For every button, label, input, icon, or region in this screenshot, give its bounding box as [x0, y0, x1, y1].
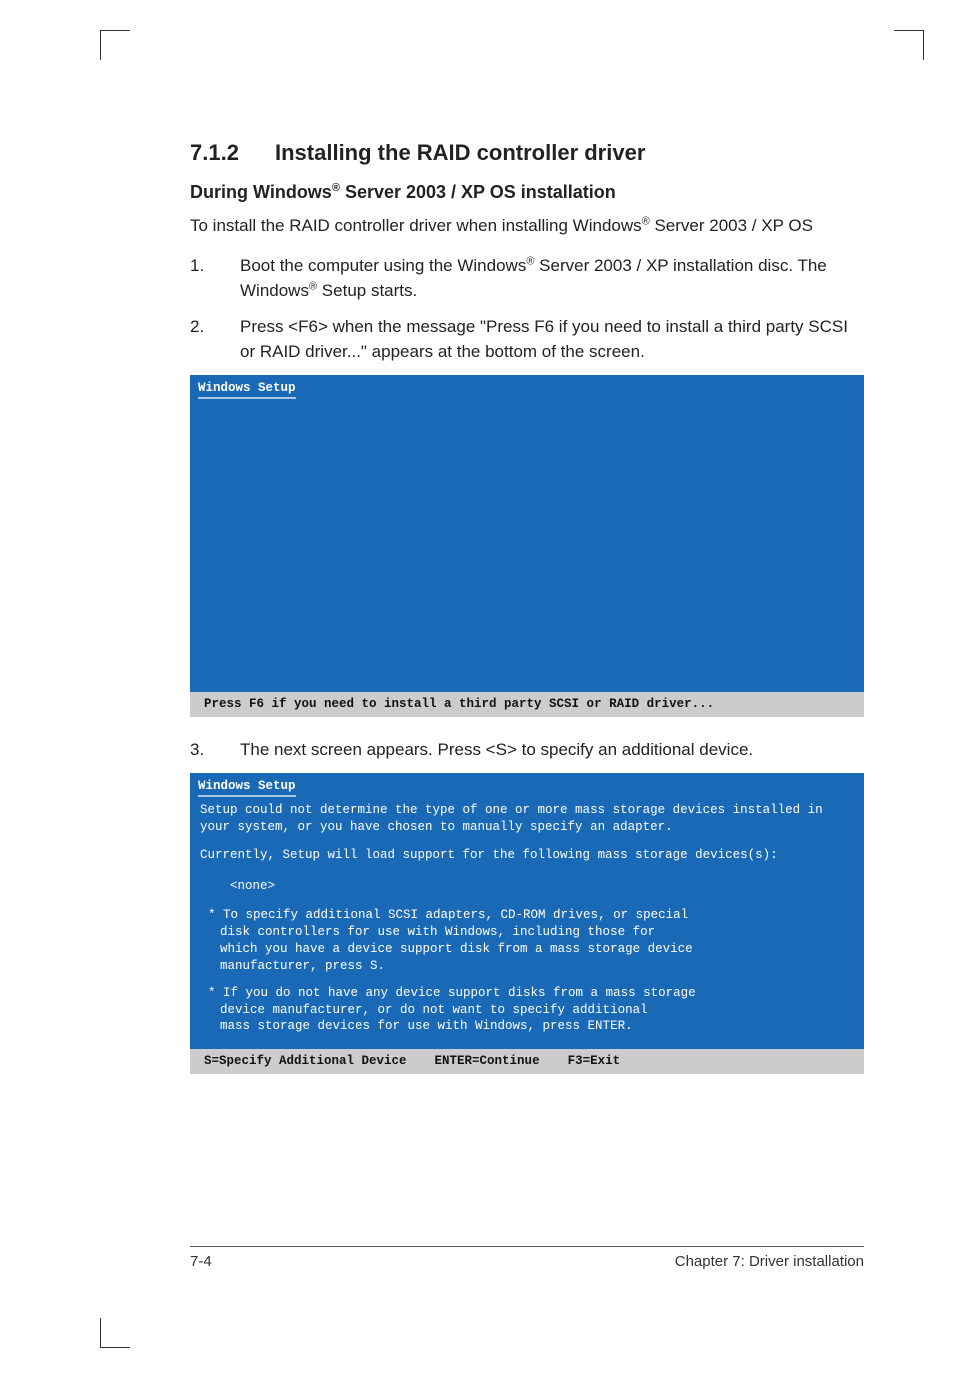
step-text: Boot the computer using the Windows® Ser…: [240, 253, 864, 304]
steps-list: 1. Boot the computer using the Windows® …: [190, 253, 864, 365]
step-text: Press <F6> when the message "Press F6 if…: [240, 314, 864, 365]
setup-screen-2: Windows Setup Setup could not determine …: [190, 773, 864, 1074]
setup-paragraph: Setup could not determine the type of on…: [200, 802, 854, 836]
crop-mark-tl: [100, 30, 130, 60]
section-number: 7.1.2: [190, 140, 275, 166]
setup-screen-1: Windows Setup Press F6 if you need to in…: [190, 375, 864, 718]
setup-title: Windows Setup: [190, 375, 864, 398]
setup-body: Setup could not determine the type of on…: [190, 796, 864, 1050]
subsection-prefix: During Windows: [190, 182, 332, 202]
setup-bullet-1: * To specify additional SCSI adapters, C…: [200, 907, 854, 975]
section-heading: 7.1.2Installing the RAID controller driv…: [190, 140, 864, 166]
section-title: Installing the RAID controller driver: [275, 140, 645, 165]
setup-body-empty: [190, 397, 864, 692]
subsection-suffix: Server 2003 / XP OS installation: [340, 182, 616, 202]
step-2: 2. Press <F6> when the message "Press F6…: [190, 314, 864, 365]
setup-bullet-2: * If you do not have any device support …: [200, 985, 854, 1036]
crop-mark-bl: [100, 1318, 130, 1348]
status-continue: ENTER=Continue: [435, 1053, 540, 1070]
setup-paragraph: Currently, Setup will load support for t…: [200, 847, 854, 864]
step-number: 1.: [190, 253, 240, 304]
setup-none-list: <none>: [200, 878, 854, 895]
setup-statusbar: Press F6 if you need to install a third …: [190, 692, 864, 717]
step-3: 3. The next screen appears. Press <S> to…: [190, 737, 864, 763]
statusbar-text: Press F6 if you need to install a third …: [204, 697, 714, 711]
intro-part1: To install the RAID controller driver wh…: [190, 216, 642, 235]
step-number: 3.: [190, 737, 240, 763]
step-text: The next screen appears. Press <S> to sp…: [240, 737, 864, 763]
status-specify: S=Specify Additional Device: [204, 1053, 407, 1070]
registered-icon: ®: [309, 280, 317, 292]
footer-rule: [190, 1246, 864, 1247]
crop-mark-tr: [894, 30, 924, 60]
intro-text: To install the RAID controller driver wh…: [190, 213, 864, 239]
registered-icon: ®: [642, 215, 650, 227]
registered-icon: ®: [332, 182, 340, 194]
chapter-label: Chapter 7: Driver installation: [675, 1253, 864, 1270]
step-number: 2.: [190, 314, 240, 365]
setup-title: Windows Setup: [190, 773, 864, 796]
page-number: 7-4: [190, 1253, 212, 1270]
subsection-heading: During Windows® Server 2003 / XP OS inst…: [190, 182, 864, 203]
step-1: 1. Boot the computer using the Windows® …: [190, 253, 864, 304]
steps-list-cont: 3. The next screen appears. Press <S> to…: [190, 737, 864, 763]
page-footer: 7-4 Chapter 7: Driver installation: [190, 1253, 864, 1270]
setup-statusbar: S=Specify Additional Device ENTER=Continu…: [190, 1049, 864, 1074]
intro-part2: Server 2003 / XP OS: [650, 216, 813, 235]
status-exit: F3=Exit: [568, 1053, 621, 1070]
